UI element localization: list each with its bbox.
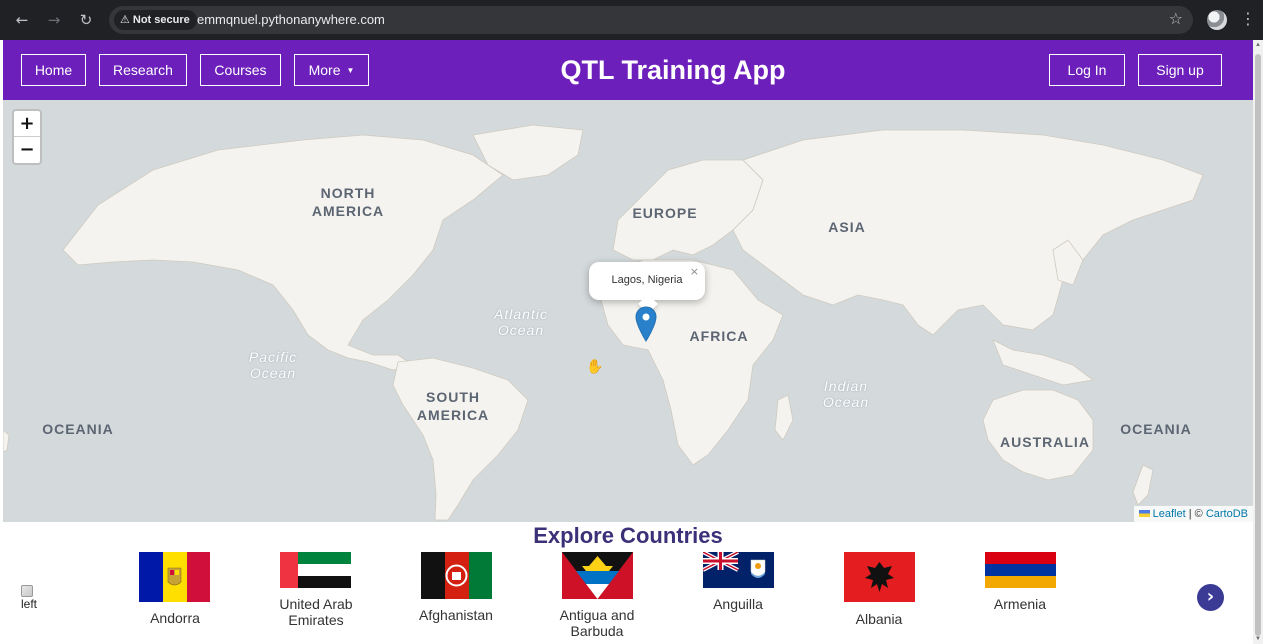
explore-countries-heading: Explore Countries: [533, 523, 723, 548]
label-africa: AFRICA: [689, 328, 749, 344]
anguilla-flag-icon: [703, 552, 774, 588]
broken-image-icon: [21, 585, 33, 597]
security-label: Not secure: [132, 14, 190, 26]
cartodb-link[interactable]: CartoDB: [1206, 508, 1248, 520]
forward-arrow-icon[interactable]: →: [43, 9, 65, 31]
label-australia: AUSTRALIA: [1000, 434, 1090, 450]
andorra-flag-icon: [139, 552, 210, 602]
carousel-left-button[interactable]: left: [21, 585, 47, 613]
kebab-menu-icon[interactable]: ⋮: [1240, 9, 1256, 28]
country-name: United Arab Emirates: [279, 596, 353, 628]
profile-icon[interactable]: [1207, 10, 1227, 30]
label-oceania-right: OCEANIA: [1120, 421, 1192, 437]
antigua-flag-icon: [562, 552, 633, 599]
country-name: Albania: [855, 611, 903, 627]
scrollbar-thumb[interactable]: [1255, 54, 1261, 636]
marker-popup: Lagos, Nigeria ×: [589, 262, 705, 314]
left-alt-text: left: [21, 597, 38, 611]
zoom-in-button[interactable]: +: [14, 111, 40, 137]
uae-flag-icon: [280, 552, 351, 588]
back-arrow-icon[interactable]: ←: [11, 9, 33, 31]
close-icon[interactable]: ×: [690, 265, 699, 278]
label-oceania-left: OCEANIA: [42, 421, 114, 437]
popup-text: Lagos, Nigeria: [611, 274, 683, 286]
map-land-layer: [3, 124, 1204, 521]
signup-button[interactable]: Sign up: [1138, 54, 1222, 86]
attribution-separator: | ©: [1185, 508, 1206, 520]
armenia-flag-icon: [985, 552, 1056, 588]
page-scrollbar[interactable]: ▲ ▼: [1253, 40, 1263, 644]
country-name: Anguilla: [713, 596, 763, 612]
label-north-america-text: NORTH AMERICA: [311, 185, 385, 219]
country-name: Afghanistan: [419, 607, 493, 623]
nav-courses-button[interactable]: Courses: [200, 54, 281, 86]
page-title: QTL Training App: [560, 55, 786, 85]
nav-home-button[interactable]: Home: [21, 54, 86, 86]
country-name: Antigua and Barbuda: [559, 607, 635, 639]
warning-icon: ⚠: [120, 13, 130, 26]
leaflet-link[interactable]: Leaflet: [1153, 508, 1186, 520]
label-north-america: NORTH AMERICA: [303, 184, 393, 220]
country-name: Andorra: [150, 610, 200, 626]
albania-flag-icon: [844, 552, 915, 602]
zoom-control: + −: [12, 109, 42, 165]
label-atlantic-ocean: Atlantic Ocean: [481, 306, 561, 338]
nav-more-dropdown[interactable]: More ▼: [294, 54, 369, 86]
reload-icon[interactable]: ↻: [75, 9, 97, 31]
star-icon[interactable]: ☆: [1169, 9, 1183, 28]
address-bar[interactable]: ⚠ Not secure emmqnuel.pythonanywhere.com …: [109, 6, 1193, 34]
label-asia: ASIA: [828, 219, 866, 235]
label-pacific-ocean: Pacific Ocean: [233, 349, 313, 381]
carousel-next-button[interactable]: ›: [1197, 584, 1224, 611]
caret-down-icon: ▼: [346, 66, 355, 75]
scroll-up-arrow-icon[interactable]: ▲: [1255, 42, 1261, 48]
label-south-america: SOUTH AMERICA: [408, 388, 498, 424]
label-pacific-ocean-text: Pacific Ocean: [248, 349, 298, 381]
label-indian-ocean: Indian Ocean: [806, 378, 886, 410]
app-header: Home Research Courses More ▼ QTL Training…: [3, 40, 1253, 100]
afghanistan-flag-icon: [421, 552, 492, 599]
world-map[interactable]: NORTH AMERICA EUROPE ASIA AFRICA SOUTH A…: [3, 100, 1253, 522]
label-south-america-text: SOUTH AMERICA: [416, 389, 490, 423]
nav-more-label: More: [308, 62, 341, 78]
login-button[interactable]: Log In: [1049, 54, 1125, 86]
browser-toolbar: ← → ↻ ⚠ Not secure emmqnuel.pythonanywher…: [0, 0, 1263, 40]
nav-research-button[interactable]: Research: [99, 54, 187, 86]
security-chip[interactable]: ⚠ Not secure: [114, 10, 197, 30]
grab-cursor-icon: ✋: [586, 359, 604, 375]
label-europe: EUROPE: [632, 205, 698, 221]
map-pin-icon[interactable]: [635, 306, 657, 342]
label-atlantic-ocean-text: Atlantic Ocean: [494, 306, 548, 338]
map-attribution: Leaflet | © CartoDB: [1133, 506, 1253, 522]
scroll-down-arrow-icon[interactable]: ▼: [1255, 636, 1261, 642]
zoom-out-button[interactable]: −: [14, 137, 40, 163]
label-indian-ocean-text: Indian Ocean: [822, 378, 870, 410]
country-name: Armenia: [993, 596, 1047, 612]
url-text[interactable]: emmqnuel.pythonanywhere.com: [197, 6, 385, 34]
ukraine-flag-icon: [1138, 510, 1150, 517]
